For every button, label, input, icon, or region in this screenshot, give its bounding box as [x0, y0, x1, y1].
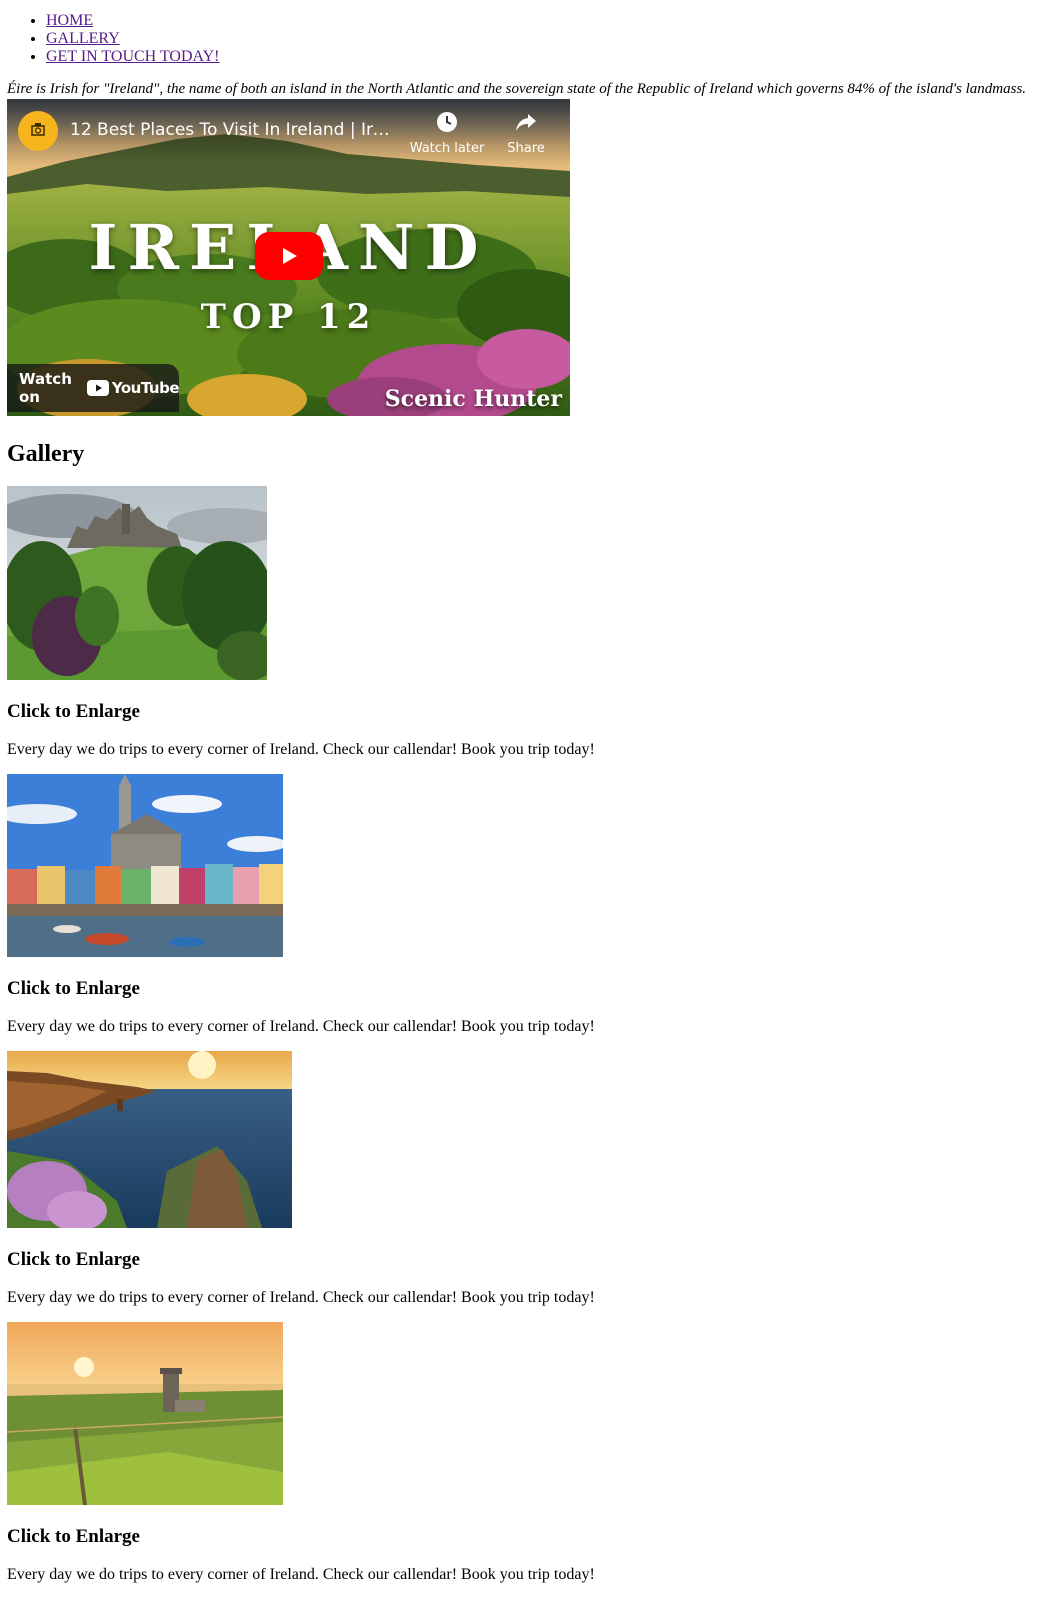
gallery-item: Click to Enlarge Every day we do trips t… [7, 486, 1053, 759]
share-icon [516, 114, 536, 131]
channel-avatar[interactable] [18, 111, 58, 151]
gallery-item: Click to Enlarge Every day we do trips t… [7, 1051, 1053, 1307]
clock-icon [437, 112, 457, 132]
gallery-caption: Every day we do trips to every corner of… [7, 1566, 595, 1583]
video-title[interactable]: 12 Best Places To Visit In Ireland | Ire… [70, 120, 400, 140]
click-to-enlarge[interactable]: Click to Enlarge [7, 1249, 1053, 1271]
channel-logo-icon [31, 123, 45, 136]
youtube-video-embed[interactable]: 12 Best Places To Visit In Ireland | Ire… [7, 99, 570, 416]
gallery-heading: Gallery [7, 441, 85, 467]
share-label: Share [507, 141, 545, 156]
youtube-logo-text: YouTube [111, 379, 180, 397]
nav-link-home[interactable]: HOME [46, 12, 93, 29]
share-button[interactable]: Share [496, 111, 556, 156]
watch-on-youtube-button[interactable]: Watch on YouTube [7, 364, 180, 412]
youtube-logo: YouTube [86, 379, 180, 397]
watch-on-label: Watch on [19, 370, 72, 406]
nav-link-gallery[interactable]: GALLERY [46, 30, 120, 47]
click-to-enlarge[interactable]: Click to Enlarge [7, 978, 1053, 1000]
gallery-item: Click to Enlarge Every day we do trips t… [7, 1322, 1053, 1584]
gallery-image-sea-cliffs[interactable] [7, 1051, 292, 1228]
gallery-caption: Every day we do trips to every corner of… [7, 741, 595, 758]
play-button[interactable] [255, 232, 323, 280]
nav-item-home: HOME [46, 12, 1053, 30]
channel-watermark: Scenic Hunter [384, 386, 562, 412]
gallery-caption: Every day we do trips to every corner of… [7, 1018, 595, 1035]
gallery-image-castle-hill[interactable] [7, 486, 267, 680]
gallery-image-tower-sunset[interactable] [7, 1322, 283, 1505]
nav-link-contact[interactable]: GET IN TOUCH TODAY! [46, 48, 220, 65]
youtube-logo-icon [86, 380, 109, 396]
gallery-caption: Every day we do trips to every corner of… [7, 1289, 595, 1306]
nav-item-contact: GET IN TOUCH TODAY! [46, 48, 1053, 66]
click-to-enlarge[interactable]: Click to Enlarge [7, 701, 1053, 723]
gallery-image-harbour-town[interactable] [7, 774, 283, 957]
thumbnail-overlay-subtitle: TOP 12 [200, 297, 377, 337]
play-icon [283, 248, 297, 264]
page: HOME GALLERY GET IN TOUCH TODAY! Éire is… [7, 0, 1053, 1584]
click-to-enlarge[interactable]: Click to Enlarge [7, 1526, 1053, 1548]
main-nav: HOME GALLERY GET IN TOUCH TODAY! [7, 12, 1053, 66]
nav-item-gallery: GALLERY [46, 30, 1053, 48]
watch-later-label: Watch later [409, 141, 485, 156]
watch-later-button[interactable]: Watch later [407, 111, 487, 156]
gallery-item: Click to Enlarge Every day we do trips t… [7, 774, 1053, 1036]
intro-text: Éire is Irish for "Ireland", the name of… [7, 81, 1027, 97]
